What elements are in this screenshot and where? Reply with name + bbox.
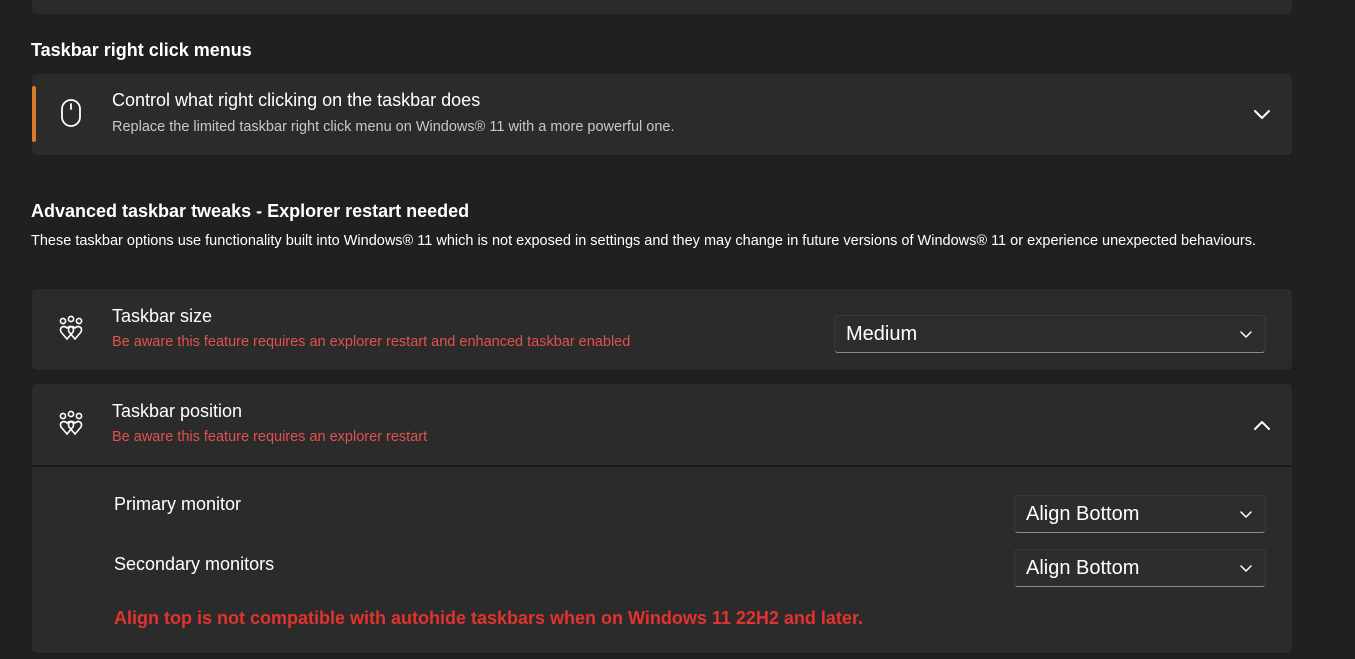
taskbar-size-value: Medium bbox=[846, 322, 918, 345]
previous-card bbox=[31, 0, 1293, 15]
chevron-down-icon bbox=[1240, 331, 1252, 338]
primary-monitor-value: Align Bottom bbox=[1026, 502, 1140, 525]
primary-monitor-dropdown[interactable]: Align Bottom bbox=[1014, 495, 1266, 533]
settings-page: Taskbar right click menus Control what r… bbox=[0, 0, 1355, 659]
chevron-up-icon bbox=[1254, 421, 1270, 430]
chevron-down-icon bbox=[1240, 565, 1252, 572]
taskbar-size-dropdown[interactable]: Medium bbox=[834, 315, 1266, 353]
section-description-advanced: These taskbar options use functionality … bbox=[31, 233, 1257, 249]
chevron-down-icon bbox=[1254, 110, 1270, 119]
primary-monitor-label: Primary monitor bbox=[114, 494, 242, 514]
secondary-monitors-value: Align Bottom bbox=[1026, 556, 1140, 579]
secondary-monitors-dropdown[interactable]: Align Bottom bbox=[1014, 549, 1266, 587]
right-click-card-subtitle: Replace the limited taskbar right click … bbox=[112, 119, 675, 135]
taskbar-position-expanded: Primary monitor Align Bottom Secondary m… bbox=[31, 466, 1293, 654]
expand-chevron-button[interactable] bbox=[1245, 97, 1279, 131]
taskbar-position-card[interactable]: Taskbar position Be aware this feature r… bbox=[31, 383, 1293, 466]
section-title-advanced: Advanced taskbar tweaks - Explorer resta… bbox=[31, 201, 470, 221]
taskbar-position-title: Taskbar position bbox=[112, 401, 243, 421]
right-click-card-title: Control what right clicking on the taskb… bbox=[112, 90, 481, 110]
chevron-down-icon bbox=[1240, 511, 1252, 518]
mouse-icon bbox=[56, 98, 86, 128]
hearts-icon bbox=[56, 409, 86, 439]
taskbar-size-warning: Be aware this feature requires an explor… bbox=[112, 334, 631, 350]
collapse-chevron-button[interactable] bbox=[1245, 408, 1279, 442]
accent-indicator bbox=[32, 86, 36, 142]
taskbar-position-warning: Be aware this feature requires an explor… bbox=[112, 429, 428, 445]
secondary-monitors-label: Secondary monitors bbox=[114, 554, 275, 574]
taskbar-size-title: Taskbar size bbox=[112, 306, 213, 326]
taskbar-size-card: Taskbar size Be aware this feature requi… bbox=[31, 288, 1293, 371]
section-title-right-click: Taskbar right click menus bbox=[31, 40, 252, 60]
autohide-compatibility-error: Align top is not compatible with autohid… bbox=[114, 608, 863, 628]
hearts-icon bbox=[56, 314, 86, 344]
right-click-card[interactable]: Control what right clicking on the taskb… bbox=[31, 73, 1293, 156]
